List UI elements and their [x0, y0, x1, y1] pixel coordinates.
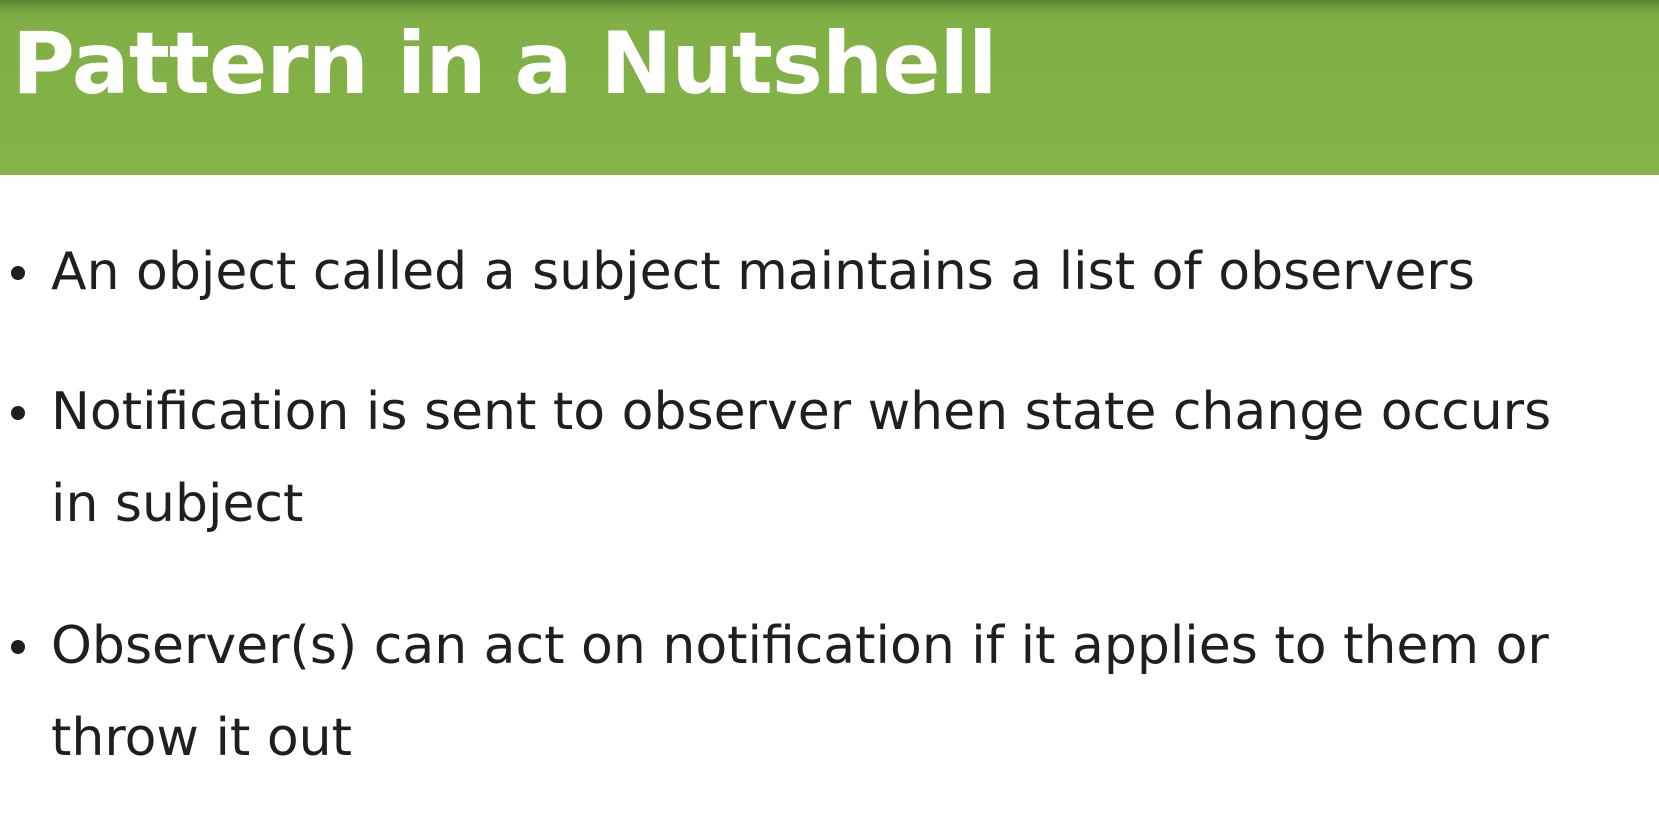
bullet-text: Notification is sent to observer when st…: [51, 366, 1571, 550]
bullet-text-line: Notification is sent to observer when st…: [51, 382, 1552, 442]
bullet-dot-icon: [11, 266, 25, 280]
bullet-dot-icon: [11, 640, 25, 654]
bullet-text-line: throw it out: [51, 708, 352, 768]
bullet-text-line: An object called a subject maintains a l…: [51, 242, 1475, 302]
bullet-text: An object called a subject maintains a l…: [51, 226, 1571, 318]
bullet-dot-icon: [11, 406, 25, 420]
slide-title: Pattern in a Nutshell: [12, 14, 998, 114]
bullet-text-line: in subject: [51, 474, 304, 534]
title-bar: Pattern in a Nutshell: [0, 0, 1659, 175]
slide: Pattern in a Nutshell An object called a…: [0, 0, 1659, 834]
bullet-text: Observer(s) can act on notification if i…: [51, 600, 1571, 784]
bullet-text-line: Observer(s) can act on notification if i…: [51, 616, 1549, 676]
